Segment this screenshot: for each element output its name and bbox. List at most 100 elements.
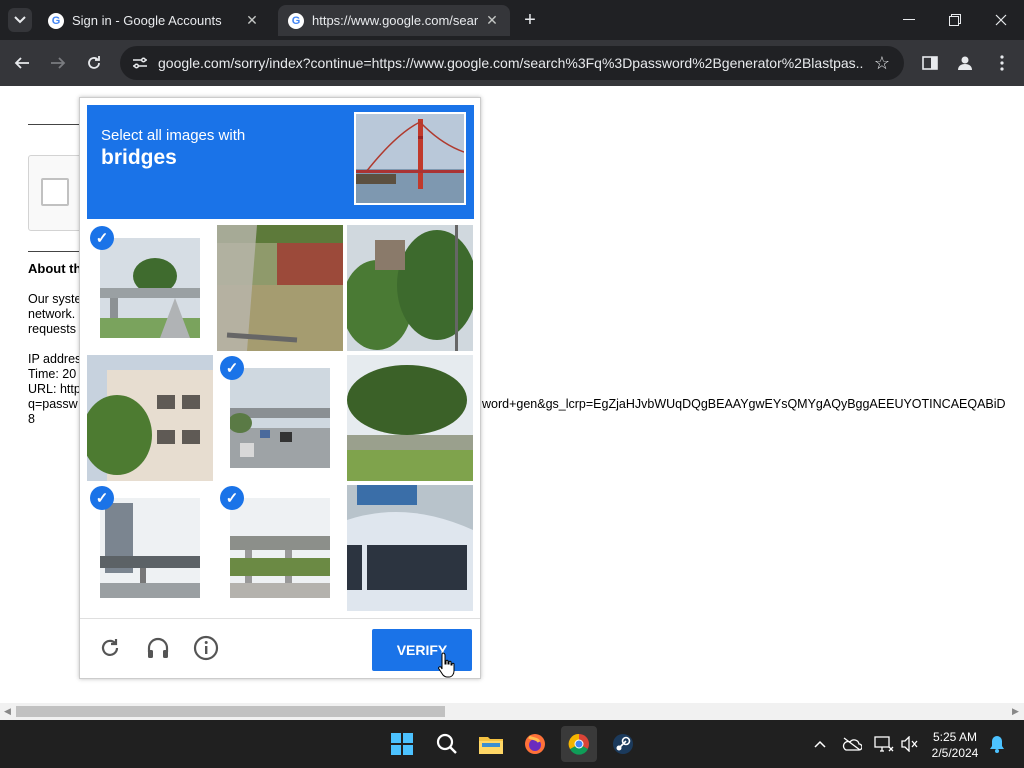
selected-check-icon: ✓ (90, 486, 114, 510)
audio-challenge-button[interactable] (143, 633, 173, 663)
windows-taskbar: 5:25 AM 2/5/2024 (0, 720, 1024, 768)
browser-titlebar: G Sign in - Google Accounts ✕ G https://… (0, 0, 1024, 40)
scrollbar-thumb[interactable] (16, 706, 445, 717)
scroll-right-icon[interactable]: ▶ (1012, 706, 1019, 717)
info-line: Time: 20 (28, 367, 77, 381)
clock-date: 2/5/2024 (931, 746, 979, 760)
info-line: IP addres (28, 352, 82, 366)
horizontal-scrollbar[interactable]: ◀ ▶ (0, 703, 1024, 720)
site-settings-icon[interactable] (130, 53, 150, 73)
side-panel-button[interactable] (916, 49, 944, 77)
body-line: network. (28, 307, 76, 321)
info-line: q=passw (28, 397, 78, 411)
target-text: bridges (101, 146, 177, 169)
new-tab-button[interactable]: + (518, 9, 542, 31)
folder-icon (479, 737, 503, 754)
minimize-button[interactable] (886, 0, 932, 40)
tile-image (217, 225, 343, 351)
bookmark-star-icon[interactable]: ☆ (874, 53, 890, 74)
info-line: 8 (28, 412, 35, 426)
tile-image (100, 238, 200, 338)
image-tile[interactable]: ✓ (217, 355, 343, 481)
close-tab-icon[interactable]: ✕ (484, 12, 500, 29)
image-tile[interactable] (217, 225, 343, 351)
minimize-icon (903, 19, 915, 20)
body-line: requests (28, 322, 76, 336)
reload-challenge-button[interactable] (95, 633, 125, 663)
google-favicon-icon: G (288, 12, 304, 29)
image-tile[interactable]: ✓ (87, 485, 213, 611)
challenge-header: Select all images with bridges (87, 105, 474, 219)
image-tile[interactable]: ✓ (217, 485, 343, 611)
file-explorer-button[interactable] (473, 726, 509, 762)
more-vert-icon (1000, 55, 1004, 71)
firefox-icon (525, 734, 545, 754)
image-tile[interactable]: ✓ (87, 225, 213, 351)
forward-button[interactable] (44, 49, 72, 77)
arrow-right-icon (51, 57, 66, 69)
close-tab-icon[interactable]: ✕ (244, 12, 260, 29)
profile-button[interactable] (951, 49, 979, 77)
reload-icon (88, 56, 100, 69)
reload-icon (101, 639, 119, 656)
challenge-footer: VERIFY (80, 618, 480, 678)
tile-image (230, 498, 330, 598)
url-tail-text: word+gen&gs_lcrp=EgZjaHJvbWUqDQgBEAAYgwE… (482, 397, 1006, 411)
google-favicon-icon: G (48, 12, 64, 29)
firefox-button[interactable] (517, 726, 553, 762)
tab-title: Sign in - Google Accounts (72, 13, 222, 28)
menu-button[interactable] (988, 49, 1016, 77)
notifications-button[interactable] (985, 732, 1009, 756)
headphones-icon (147, 637, 169, 658)
recaptcha-checkbox[interactable] (41, 178, 69, 206)
onedrive-icon[interactable] (840, 732, 864, 756)
close-window-button[interactable] (978, 0, 1024, 40)
arrow-left-icon (14, 57, 29, 69)
selected-check-icon: ✓ (220, 486, 244, 510)
info-button[interactable] (191, 633, 221, 663)
scroll-left-icon[interactable]: ◀ (4, 706, 11, 717)
chrome-button[interactable] (561, 726, 597, 762)
address-bar[interactable]: google.com/sorry/index?continue=https://… (120, 46, 904, 80)
body-line: Our syste (28, 292, 82, 306)
image-tile[interactable] (87, 355, 213, 481)
tab-google-search[interactable]: G https://www.google.com/search ✕ (278, 5, 510, 36)
image-tile[interactable] (347, 355, 473, 481)
start-button[interactable] (384, 726, 420, 762)
tab-google-accounts[interactable]: G Sign in - Google Accounts ✕ (38, 5, 270, 36)
close-icon (995, 14, 1007, 26)
chevron-down-icon (14, 16, 26, 24)
tile-image (347, 485, 473, 611)
restore-button[interactable] (932, 0, 978, 40)
back-button[interactable] (8, 49, 36, 77)
selected-check-icon: ✓ (220, 356, 244, 380)
hand-cursor-icon (438, 652, 456, 683)
chevron-up-icon (814, 740, 826, 748)
reference-image (354, 112, 466, 205)
bell-icon (990, 736, 1004, 753)
network-icon[interactable] (872, 732, 896, 756)
steam-button[interactable] (605, 726, 641, 762)
side-panel-icon (922, 56, 938, 70)
show-hidden-icons-button[interactable] (808, 732, 832, 756)
windows-logo-icon (391, 733, 413, 755)
steam-icon (613, 734, 633, 754)
image-grid: ✓ ✓ ✓ ✓ (87, 225, 474, 612)
system-clock[interactable]: 5:25 AM 2/5/2024 (924, 729, 986, 761)
search-button[interactable] (429, 726, 465, 762)
image-tile[interactable] (347, 485, 473, 611)
url-text: google.com/sorry/index?continue=https://… (158, 55, 864, 71)
volume-muted-icon[interactable] (898, 732, 922, 756)
restore-icon (949, 14, 961, 26)
selected-check-icon: ✓ (90, 226, 114, 250)
tile-image (347, 355, 473, 481)
tile-image (347, 225, 473, 351)
verify-button[interactable]: VERIFY (372, 629, 472, 671)
reload-button[interactable] (80, 49, 108, 77)
about-heading: About th (28, 261, 82, 276)
instruction-text: Select all images with (101, 127, 246, 144)
tab-search-button[interactable] (8, 8, 32, 32)
tab-title: https://www.google.com/search (312, 13, 478, 28)
image-tile[interactable] (347, 225, 473, 351)
chrome-icon (568, 733, 589, 755)
